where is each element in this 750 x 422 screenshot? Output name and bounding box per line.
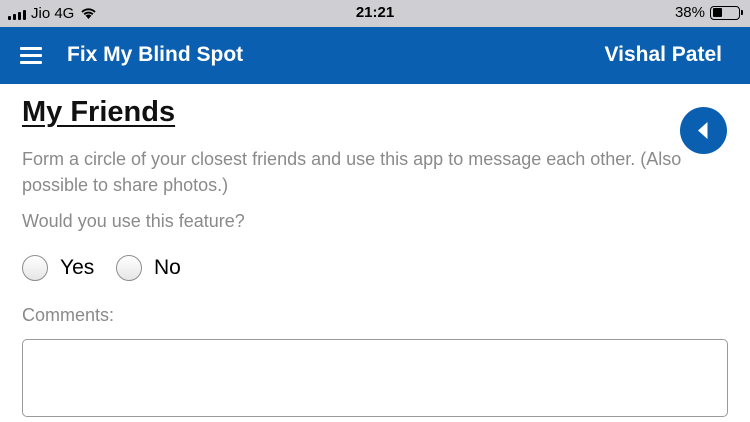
radio-label-no: No	[154, 256, 181, 279]
status-time: 21:21	[355, 4, 395, 21]
hamburger-menu-icon[interactable]	[20, 47, 42, 65]
battery-icon	[710, 5, 743, 20]
comments-field[interactable]	[22, 339, 728, 417]
radio-yes[interactable]: Yes	[22, 255, 94, 281]
battery-fill	[712, 8, 722, 17]
back-button[interactable]	[680, 107, 727, 154]
page-title: My Friends	[22, 96, 176, 128]
feature-question: Would you use this feature?	[22, 211, 245, 231]
comments-label: Comments:	[22, 305, 115, 325]
radio-label-yes: Yes	[60, 256, 95, 279]
status-bar: Jio 4G 21:21 38%	[0, 0, 750, 27]
status-right: 38%	[674, 4, 743, 21]
triangle-left-icon	[698, 122, 708, 139]
app-title: Fix My Blind Spot	[67, 43, 244, 66]
user-name[interactable]: Vishal Patel	[604, 43, 722, 67]
radio-circle-yes[interactable]	[22, 255, 48, 281]
app-bar: Fix My Blind Spot Vishal Patel	[0, 27, 750, 84]
radio-no[interactable]: No	[116, 255, 181, 281]
feature-description: Form a circle of your closest friends an…	[22, 149, 682, 195]
battery-percent: 38%	[674, 4, 705, 21]
radio-circle-no[interactable]	[116, 255, 142, 281]
